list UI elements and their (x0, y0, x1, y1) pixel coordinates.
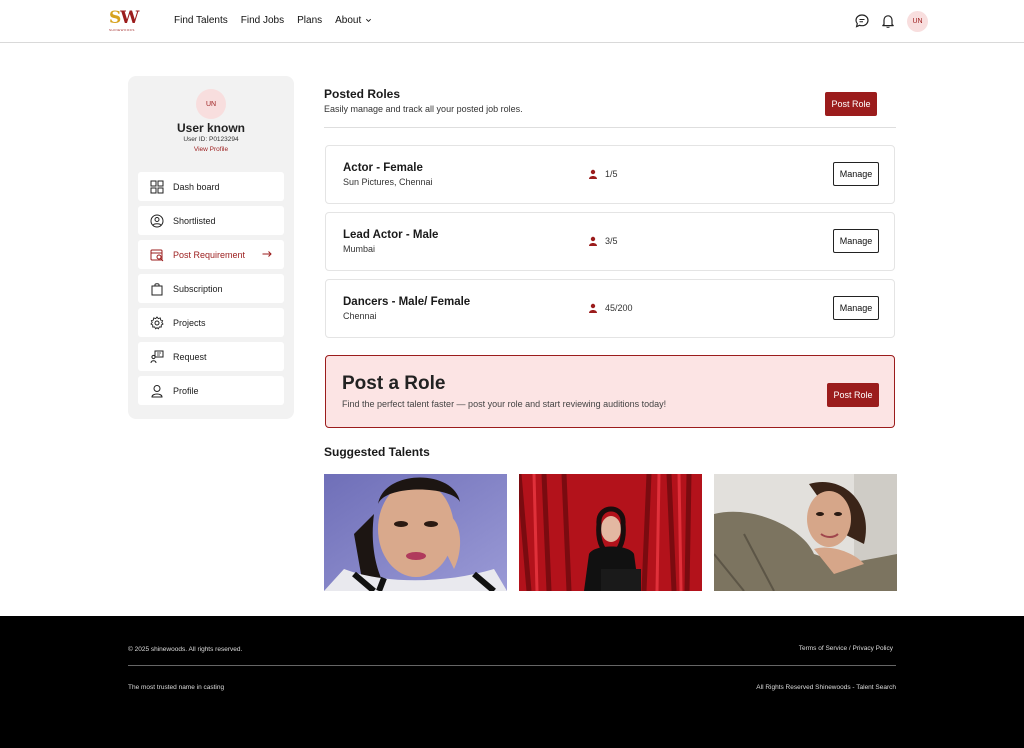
role-card: Actor - Female Sun Pictures, Chennai 1/5… (325, 145, 895, 204)
sidebar-item-label: Profile (173, 385, 199, 396)
nav-about[interactable]: About (335, 15, 372, 26)
talent-card-image[interactable] (714, 474, 897, 591)
banner-title: Post a Role (342, 373, 446, 394)
chevron-down-icon (366, 18, 372, 22)
talent-photo (714, 474, 897, 591)
sidebar-item-label: Post Requirement (173, 249, 246, 260)
banner-post-role-button[interactable]: Post Role (827, 383, 879, 407)
user-circle-icon (150, 214, 164, 227)
applicant-count-value: 1/5 (605, 169, 618, 179)
nav-plans[interactable]: Plans (297, 15, 322, 26)
talent-photo (324, 474, 507, 591)
user-name: User known (176, 121, 245, 135)
main-nav: Find Talents Find Jobs Plans About (174, 15, 372, 26)
bag-icon (151, 282, 163, 295)
applicant-count: 3/5 (588, 236, 618, 246)
role-location: Mumbai (343, 244, 376, 254)
bell-icon[interactable] (880, 13, 896, 29)
manage-button[interactable]: Manage (833, 229, 879, 253)
sidebar: UN User known User ID: P0123294 View Pro… (128, 76, 294, 419)
sidebar-item-label: Request (173, 351, 207, 362)
footer-tagline: The most trusted name in casting (128, 684, 225, 691)
manage-button[interactable]: Manage (833, 162, 879, 186)
role-title: Dancers - Male/ Female (343, 296, 471, 308)
sidebar-item-label: Shortlisted (173, 215, 216, 226)
arrow-right-icon (262, 251, 272, 257)
top-header: SW SHINEWOODS Find Talents Find Jobs Pla… (0, 0, 1024, 43)
request-icon (150, 350, 164, 363)
talent-photo (519, 474, 702, 591)
dashboard-icon (150, 180, 164, 193)
chat-icon[interactable] (854, 13, 870, 29)
sidebar-item-subscription[interactable]: Subscription (138, 274, 284, 303)
footer: © 2025 shinewoods. All rights reserved. … (0, 616, 1024, 748)
logo-letter-w: W (120, 8, 139, 28)
sidebar-item-label: Projects (173, 317, 206, 328)
role-card: Dancers - Male/ Female Chennai 45/200 Ma… (325, 279, 895, 338)
sidebar-item-request[interactable]: Request (138, 342, 284, 371)
sidebar-item-label: Dash board (173, 181, 220, 192)
post-requirement-icon (150, 249, 164, 261)
talent-card-image[interactable] (519, 474, 702, 591)
user-avatar[interactable]: UN (907, 11, 928, 32)
applicant-count-value: 3/5 (605, 236, 618, 246)
sidebar-item-post-requirement[interactable]: Post Requirement (138, 240, 284, 269)
users-icon (589, 303, 597, 313)
view-profile-link[interactable]: View Profile (128, 146, 294, 153)
posted-roles-title: Posted Roles (324, 87, 401, 101)
applicant-count: 1/5 (588, 169, 618, 179)
sidebar-avatar: UN (196, 89, 226, 119)
posted-roles-subtitle: Easily manage and track all your posted … (324, 104, 523, 114)
footer-links[interactable]: Terms of Service / Privacy Policy (799, 645, 893, 652)
applicant-count: 45/200 (588, 303, 633, 313)
sidebar-item-profile[interactable]: Profile (138, 376, 284, 405)
sidebar-item-dashboard[interactable]: Dash board (138, 172, 284, 201)
nav-about-label: About (335, 15, 362, 26)
gear-icon (150, 315, 164, 330)
sidebar-item-shortlisted[interactable]: Shortlisted (138, 206, 284, 235)
post-role-button[interactable]: Post Role (825, 92, 877, 116)
applicant-count-value: 45/200 (605, 303, 633, 313)
role-location: Chennai (343, 311, 377, 321)
sidebar-item-label: Subscription (173, 283, 223, 294)
user-id: User ID: P0123294 (183, 136, 239, 143)
role-title: Actor - Female (343, 162, 423, 174)
footer-rights: All Rights Reserved Shinewoods - Talent … (756, 684, 896, 691)
footer-copyright: © 2025 shinewoods. All rights reserved. (128, 646, 243, 653)
nav-find-jobs[interactable]: Find Jobs (241, 15, 284, 26)
logo-letter-s: S (109, 8, 121, 28)
logo-tagline: SHINEWOODS (109, 28, 135, 32)
post-role-banner: Post a Role Find the perfect talent fast… (325, 355, 895, 428)
nav-find-talents[interactable]: Find Talents (174, 15, 228, 26)
banner-subtitle: Find the perfect talent faster — post yo… (342, 399, 667, 409)
logo[interactable]: SW SHINEWOODS (109, 8, 145, 33)
role-card: Lead Actor - Male Mumbai 3/5 Manage (325, 212, 895, 271)
role-location: Sun Pictures, Chennai (343, 177, 433, 187)
users-icon (589, 236, 597, 246)
suggested-talents-title: Suggested Talents (324, 445, 430, 459)
divider (324, 127, 896, 128)
profile-icon (151, 384, 163, 397)
talent-card-image[interactable] (324, 474, 507, 591)
users-icon (589, 169, 597, 179)
manage-button[interactable]: Manage (833, 296, 879, 320)
role-title: Lead Actor - Male (343, 229, 439, 241)
sidebar-item-projects[interactable]: Projects (138, 308, 284, 337)
footer-divider (128, 665, 896, 666)
